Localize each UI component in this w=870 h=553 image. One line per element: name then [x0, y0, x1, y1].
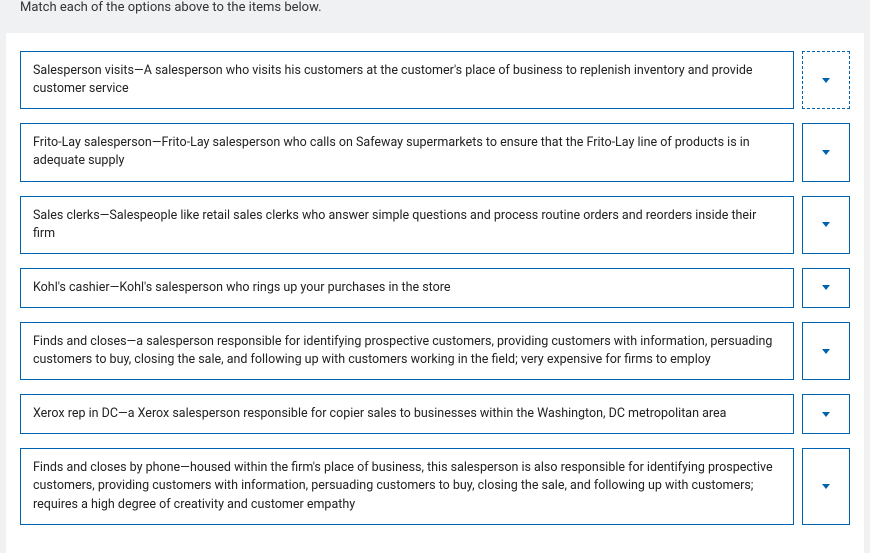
chevron-down-icon [822, 78, 830, 83]
item-text-content: Salesperson visits—A salesperson who vis… [33, 62, 781, 98]
item-description: Sales clerks—Salespeople like retail sal… [20, 196, 794, 254]
item-description: Frito-Lay salesperson—Frito-Lay salesper… [20, 123, 794, 181]
item-text-content: Sales clerks—Salespeople like retail sal… [33, 207, 781, 243]
item-description: Finds and closes by phone—housed within … [20, 448, 794, 524]
chevron-down-icon [822, 412, 830, 417]
match-row: Xerox rep in DC—a Xerox salesperson resp… [20, 394, 850, 434]
match-row: Kohl's cashier—Kohl's salesperson who ri… [20, 268, 850, 308]
item-description: Salesperson visits—A salesperson who vis… [20, 51, 794, 109]
answer-dropdown[interactable] [802, 196, 850, 254]
item-description: Xerox rep in DC—a Xerox salesperson resp… [20, 394, 794, 434]
item-text-content: Finds and closes—a salesperson responsib… [33, 333, 781, 369]
match-row: Finds and closes by phone—housed within … [20, 448, 850, 524]
instruction-header: Match each of the options above to the i… [0, 0, 870, 33]
answer-dropdown[interactable] [802, 268, 850, 308]
match-row: Frito-Lay salesperson—Frito-Lay salesper… [20, 123, 850, 181]
answer-dropdown[interactable] [802, 322, 850, 380]
item-text-content: Frito-Lay salesperson—Frito-Lay salesper… [33, 134, 781, 170]
item-description: Kohl's cashier—Kohl's salesperson who ri… [20, 268, 794, 308]
item-text-content: Kohl's cashier—Kohl's salesperson who ri… [33, 279, 451, 297]
answer-dropdown[interactable] [802, 394, 850, 434]
item-text-content: Finds and closes by phone—housed within … [33, 459, 781, 513]
match-row: Finds and closes—a salesperson responsib… [20, 322, 850, 380]
match-row: Sales clerks—Salespeople like retail sal… [20, 196, 850, 254]
instruction-text: Match each of the options above to the i… [20, 0, 322, 15]
chevron-down-icon [822, 285, 830, 290]
chevron-down-icon [822, 484, 830, 489]
chevron-down-icon [822, 222, 830, 227]
item-description: Finds and closes—a salesperson responsib… [20, 322, 794, 380]
chevron-down-icon [822, 150, 830, 155]
match-row: Salesperson visits—A salesperson who vis… [20, 51, 850, 109]
item-text-content: Xerox rep in DC—a Xerox salesperson resp… [33, 405, 726, 423]
match-container: Salesperson visits—A salesperson who vis… [6, 33, 864, 553]
answer-dropdown[interactable] [802, 448, 850, 524]
answer-dropdown[interactable] [802, 123, 850, 181]
answer-dropdown[interactable] [802, 51, 850, 109]
chevron-down-icon [822, 349, 830, 354]
